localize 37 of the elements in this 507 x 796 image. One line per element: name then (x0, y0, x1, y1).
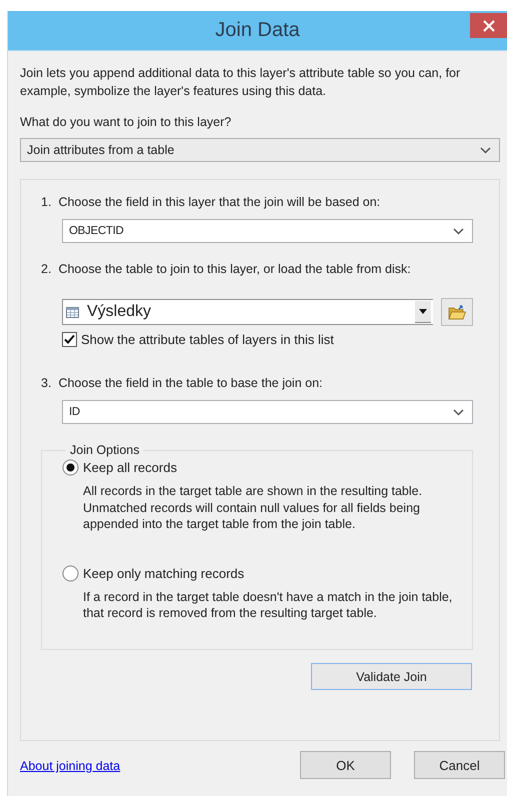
dropdown-arrow-button[interactable] (415, 301, 431, 323)
step-number: 1. (41, 195, 52, 209)
intro-text: Join lets you append additional data to this layer's attribute table so you can, for example, symbolize the layer's features using this data. (20, 65, 462, 100)
option-label: Keep all records (83, 460, 177, 475)
option-description: If a record in the target table doesn't have a match in the join table, that record is removed from the resulting target table. (83, 588, 453, 622)
close-icon (482, 20, 494, 32)
chevron-icon (480, 146, 491, 154)
help-link[interactable]: About joining data (20, 759, 120, 773)
table-dropdown[interactable]: Výsledky (62, 299, 433, 325)
table-value: Výsledky (87, 303, 152, 321)
table-icon (66, 306, 79, 318)
question-label: What do you want to join to this layer? (20, 115, 232, 129)
step-number: 3. (41, 376, 52, 390)
dropdown[interactable]: Join attributes from a table (20, 138, 500, 162)
close-button[interactable] (470, 13, 507, 38)
chevron-icon (453, 408, 464, 416)
option-description: All records in the target table are shown in the resulting table. Unmatched records will contain null values for all fields being appended into the target table from the join table. (83, 483, 424, 532)
open-folder-button[interactable] (441, 298, 473, 326)
step-label: Choose the field in the table to base the join on: (58, 376, 323, 390)
step-number: 2. (41, 262, 52, 276)
ok-button[interactable]: OK (300, 751, 391, 779)
caret-icon (419, 309, 427, 314)
radio-button[interactable] (62, 564, 79, 582)
folder-icon (448, 304, 466, 320)
radio-button[interactable] (62, 459, 79, 476)
chevron-icon (453, 228, 464, 234)
window-title: Join Data (215, 19, 300, 42)
checkbox-label: Show the attribute tables of layers in this list (81, 332, 334, 347)
step-label: Choose the table to join to this layer, or load the table from disk: (58, 262, 411, 276)
dropdown[interactable]: OBJECTID (62, 219, 473, 243)
option-label: Keep only matching records (83, 566, 244, 580)
cancel-button[interactable]: Cancel (414, 751, 505, 779)
group-title: Join Options (69, 443, 140, 457)
validate-button[interactable]: Validate Join (311, 663, 472, 690)
dropdown[interactable]: ID (62, 400, 473, 424)
checkbox[interactable] (62, 332, 77, 347)
step-label: Choose the field in this layer that the join will be based on: (58, 195, 380, 209)
